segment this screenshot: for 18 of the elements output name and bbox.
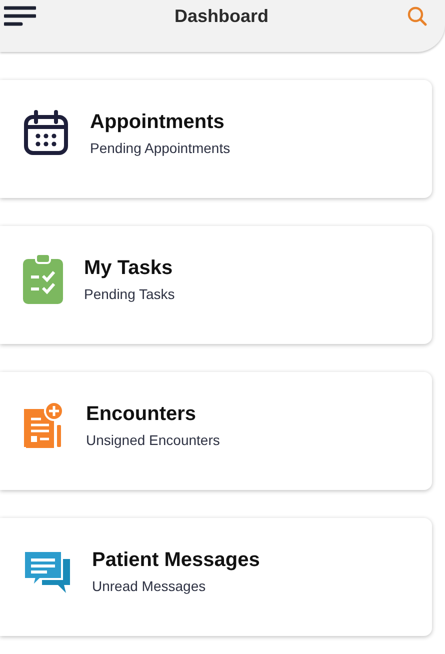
dashboard-card[interactable]: Patient Messages Unread Messages xyxy=(0,518,432,636)
menu-button[interactable] xyxy=(4,6,36,26)
card-title: Encounters xyxy=(86,402,198,426)
search-icon xyxy=(407,6,427,26)
dashboard-card[interactable]: Encounters Unsigned Encounters xyxy=(0,372,432,490)
card-title: Patient Messages xyxy=(92,548,260,572)
card-title: My Tasks xyxy=(84,256,174,280)
dashboard-card[interactable]: My Tasks Pending Tasks xyxy=(0,226,432,344)
card-subtitle: Pending Appointments xyxy=(90,140,230,156)
menu-icon xyxy=(4,6,36,26)
dashboard-card[interactable]: Appointments Pending Appointments xyxy=(0,80,432,198)
card-subtitle: Pending Tasks xyxy=(84,286,175,302)
card-subtitle: Unread Messages xyxy=(92,578,207,594)
card-title: Appointments xyxy=(90,110,226,134)
calendar-icon xyxy=(22,109,70,157)
clipboard-check-icon xyxy=(22,253,64,305)
card-subtitle: Unsigned Encounters xyxy=(86,432,220,448)
screen-title: Dashboard xyxy=(174,6,269,26)
